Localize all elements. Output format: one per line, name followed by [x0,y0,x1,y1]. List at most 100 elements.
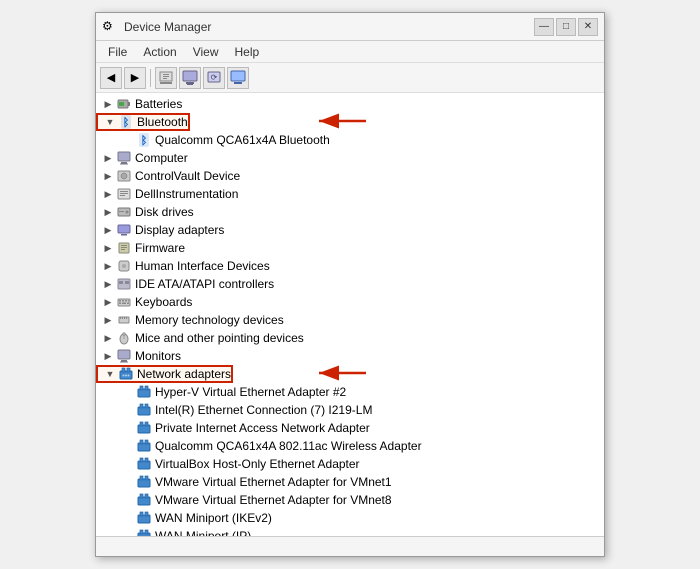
monitors-label: Monitors [135,349,181,363]
displayadapters-label: Display adapters [135,223,224,237]
tree-item-intel-eth[interactable]: Intel(R) Ethernet Connection (7) I219-LM [96,401,604,419]
tree-item-firmware[interactable]: ▶ Firmware [96,239,604,257]
toolbar-properties-button[interactable] [155,67,177,89]
tree-item-vbox[interactable]: VirtualBox Host-Only Ethernet Adapter [96,455,604,473]
vmware8-label: VMware Virtual Ethernet Adapter for VMne… [155,493,392,507]
tree-item-controlvault[interactable]: ▶ ControlVault Device [96,167,604,185]
tree-item-qualcomm-bt[interactable]: ᛒ Qualcomm QCA61x4A Bluetooth [96,131,604,149]
hyperv-icon [136,384,152,400]
window-title: Device Manager [124,20,211,34]
qualcomm-bt-label: Qualcomm QCA61x4A Bluetooth [155,133,330,147]
mice-label: Mice and other pointing devices [135,331,304,345]
bluetooth-icon: ᛒ [118,114,134,130]
expand-ide[interactable]: ▶ [100,276,116,292]
tree-item-qualcomm-wifi[interactable]: Qualcomm QCA61x4A 802.11ac Wireless Adap… [96,437,604,455]
bluetooth-label: Bluetooth [137,115,188,129]
diskdrives-label: Disk drives [135,205,194,219]
toolbar-back-button[interactable]: ◀ [100,67,122,89]
menu-help[interactable]: Help [227,43,268,61]
menu-view[interactable]: View [185,43,227,61]
expand-computer[interactable]: ▶ [100,150,116,166]
toolbar: ◀ ▶ ⟳ [96,63,604,93]
vmware1-label: VMware Virtual Ethernet Adapter for VMne… [155,475,392,489]
qualcomm-wifi-icon [136,438,152,454]
network-row-container: ▼ Network adapters [96,365,604,383]
device-tree[interactable]: ▶ Batteries ▼ ᛒ Bluetooth [96,93,604,536]
close-button[interactable]: ✕ [578,18,598,36]
diskdrives-icon [116,204,132,220]
tree-item-dellinstr[interactable]: ▶ DellInstrumentation [96,185,604,203]
minimize-button[interactable]: — [534,18,554,36]
network-icon [118,366,134,382]
tree-item-displayadapters[interactable]: ▶ Display adapters [96,221,604,239]
expand-hid[interactable]: ▶ [100,258,116,274]
tree-item-computer[interactable]: ▶ Computer [96,149,604,167]
toolbar-scan-button[interactable] [179,67,201,89]
private-inet-label: Private Internet Access Network Adapter [155,421,370,435]
toolbar-separator-1 [150,69,151,87]
keyboards-icon [116,294,132,310]
expand-network[interactable]: ▼ [102,366,118,382]
expand-monitors[interactable]: ▶ [100,348,116,364]
device-manager-window: ⚙ Device Manager — □ ✕ File Action View … [95,12,605,557]
batteries-label: Batteries [135,97,182,111]
expand-firmware[interactable]: ▶ [100,240,116,256]
title-bar: ⚙ Device Manager — □ ✕ [96,13,604,41]
network-arrow [311,363,371,383]
expand-batteries[interactable]: ▶ [100,96,116,112]
bluetooth-arrow [311,111,371,131]
monitors-icon [116,348,132,364]
qualcomm-bt-icon: ᛒ [136,132,152,148]
tree-item-ide[interactable]: ▶ IDE ATA/ATAPI controllers [96,275,604,293]
network-label: Network adapters [137,367,231,381]
expand-memtech[interactable]: ▶ [100,312,116,328]
controlvault-icon [116,168,132,184]
memtech-label: Memory technology devices [135,313,284,327]
expand-diskdrives[interactable]: ▶ [100,204,116,220]
tree-item-diskdrives[interactable]: ▶ Disk drives [96,203,604,221]
wan-ip-icon [136,528,152,536]
mice-icon [116,330,132,346]
tree-item-vmware8[interactable]: VMware Virtual Ethernet Adapter for VMne… [96,491,604,509]
title-bar-left: ⚙ Device Manager [102,19,211,35]
expand-controlvault[interactable]: ▶ [100,168,116,184]
tree-item-private-inet[interactable]: Private Internet Access Network Adapter [96,419,604,437]
toolbar-extra-button[interactable] [227,67,249,89]
private-inet-icon [136,420,152,436]
controlvault-label: ControlVault Device [135,169,240,183]
expand-keyboards[interactable]: ▶ [100,294,116,310]
tree-item-vmware1[interactable]: VMware Virtual Ethernet Adapter for VMne… [96,473,604,491]
window-icon: ⚙ [102,19,118,35]
tree-item-hid[interactable]: ▶ Human Interface Devices [96,257,604,275]
vbox-label: VirtualBox Host-Only Ethernet Adapter [155,457,360,471]
keyboards-label: Keyboards [135,295,192,309]
ide-icon [116,276,132,292]
svg-text:ᛒ: ᛒ [123,117,130,129]
toolbar-update-button[interactable]: ⟳ [203,67,225,89]
tree-item-memtech[interactable]: ▶ Memory technology devices [96,311,604,329]
expand-dellinstr[interactable]: ▶ [100,186,116,202]
tree-item-network[interactable]: ▼ Network adapters [96,365,233,383]
vmware8-icon [136,492,152,508]
menu-action[interactable]: Action [135,43,184,61]
expand-displayadapters[interactable]: ▶ [100,222,116,238]
computer-icon [116,150,132,166]
tree-item-bluetooth[interactable]: ▼ ᛒ Bluetooth [96,113,190,131]
vmware1-icon [136,474,152,490]
tree-item-mice[interactable]: ▶ Mice and other pointing devices [96,329,604,347]
tree-item-keyboards[interactable]: ▶ Keyboards [96,293,604,311]
tree-item-wan-ip[interactable]: WAN Miniport (IP) [96,527,604,536]
menu-file[interactable]: File [100,43,135,61]
svg-text:ᛒ: ᛒ [141,135,148,147]
firmware-label: Firmware [135,241,185,255]
menu-bar: File Action View Help [96,41,604,63]
expand-bluetooth[interactable]: ▼ [102,114,118,130]
dellinstr-label: DellInstrumentation [135,187,238,201]
expand-mice[interactable]: ▶ [100,330,116,346]
toolbar-forward-button[interactable]: ▶ [124,67,146,89]
tree-item-wan-ikev2[interactable]: WAN Miniport (IKEv2) [96,509,604,527]
tree-item-hyperv[interactable]: Hyper-V Virtual Ethernet Adapter #2 [96,383,604,401]
ide-label: IDE ATA/ATAPI controllers [135,277,274,291]
hyperv-label: Hyper-V Virtual Ethernet Adapter #2 [155,385,346,399]
maximize-button[interactable]: □ [556,18,576,36]
